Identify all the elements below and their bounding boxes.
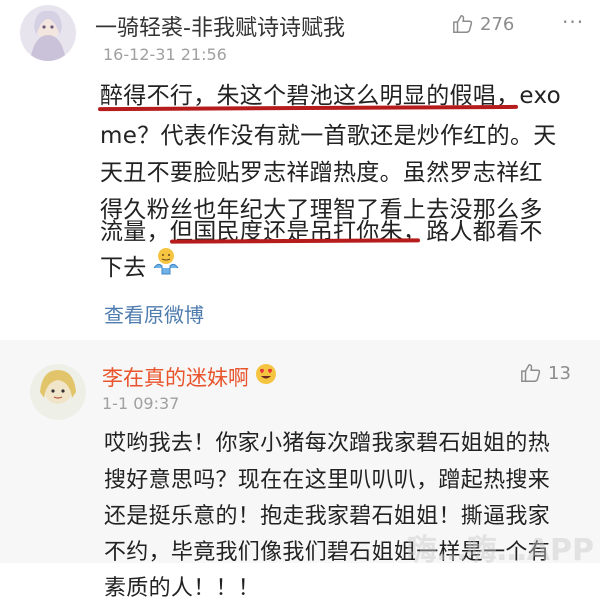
- like-button[interactable]: 276: [452, 13, 514, 35]
- comment-text-line: 素质的人！！！: [104, 576, 261, 601]
- username[interactable]: 李在真的迷妹啊: [102, 362, 249, 392]
- comment-text-line: 天丑不要脸贴罗志祥蹭热度。虽然罗志祥红: [100, 160, 543, 186]
- comment-text-line: 下去: [100, 255, 147, 281]
- app-watermark: 嗨…嗨…APP: [406, 533, 594, 568]
- user-avatar[interactable]: [30, 364, 86, 420]
- comment-text-line: 搜好意思吗？现在在这里叭叭叭，蹭起热搜来: [104, 468, 551, 493]
- comment-1: 一骑轻裘-非我赋诗诗赋我 16-12-31 21:56 276 ··· 醉得不行…: [0, 0, 600, 340]
- shrug-emoji-icon: [150, 244, 182, 280]
- comment-2: 李在真的迷妹啊 1-1 09:37 13 哎哟我去！你家小猪每次蹭我家碧石姐姐的…: [0, 340, 600, 601]
- user-avatar[interactable]: [20, 5, 76, 61]
- timestamp: 16-12-31 21:56: [103, 45, 227, 64]
- comment-text-line: 哎哟我去！你家小猪每次蹭我家碧石姐姐的热: [104, 431, 551, 456]
- thumbs-up-icon: [521, 364, 541, 382]
- red-underline: [97, 104, 519, 112]
- like-count: 276: [480, 13, 515, 35]
- view-original-link[interactable]: 查看原微博: [104, 299, 204, 328]
- ellipsis-icon[interactable]: ···: [562, 10, 584, 34]
- heart-eyes-emoji-icon: [254, 362, 278, 390]
- thumbs-up-icon: [453, 15, 473, 33]
- comment-text-line: me？代表作没有就一首歌还是炒作红的。天: [100, 123, 557, 149]
- like-button[interactable]: 13: [520, 362, 571, 384]
- username[interactable]: 一骑轻裘-非我赋诗诗赋我: [95, 10, 345, 42]
- timestamp: 1-1 09:37: [102, 394, 180, 413]
- like-count: 13: [548, 362, 571, 384]
